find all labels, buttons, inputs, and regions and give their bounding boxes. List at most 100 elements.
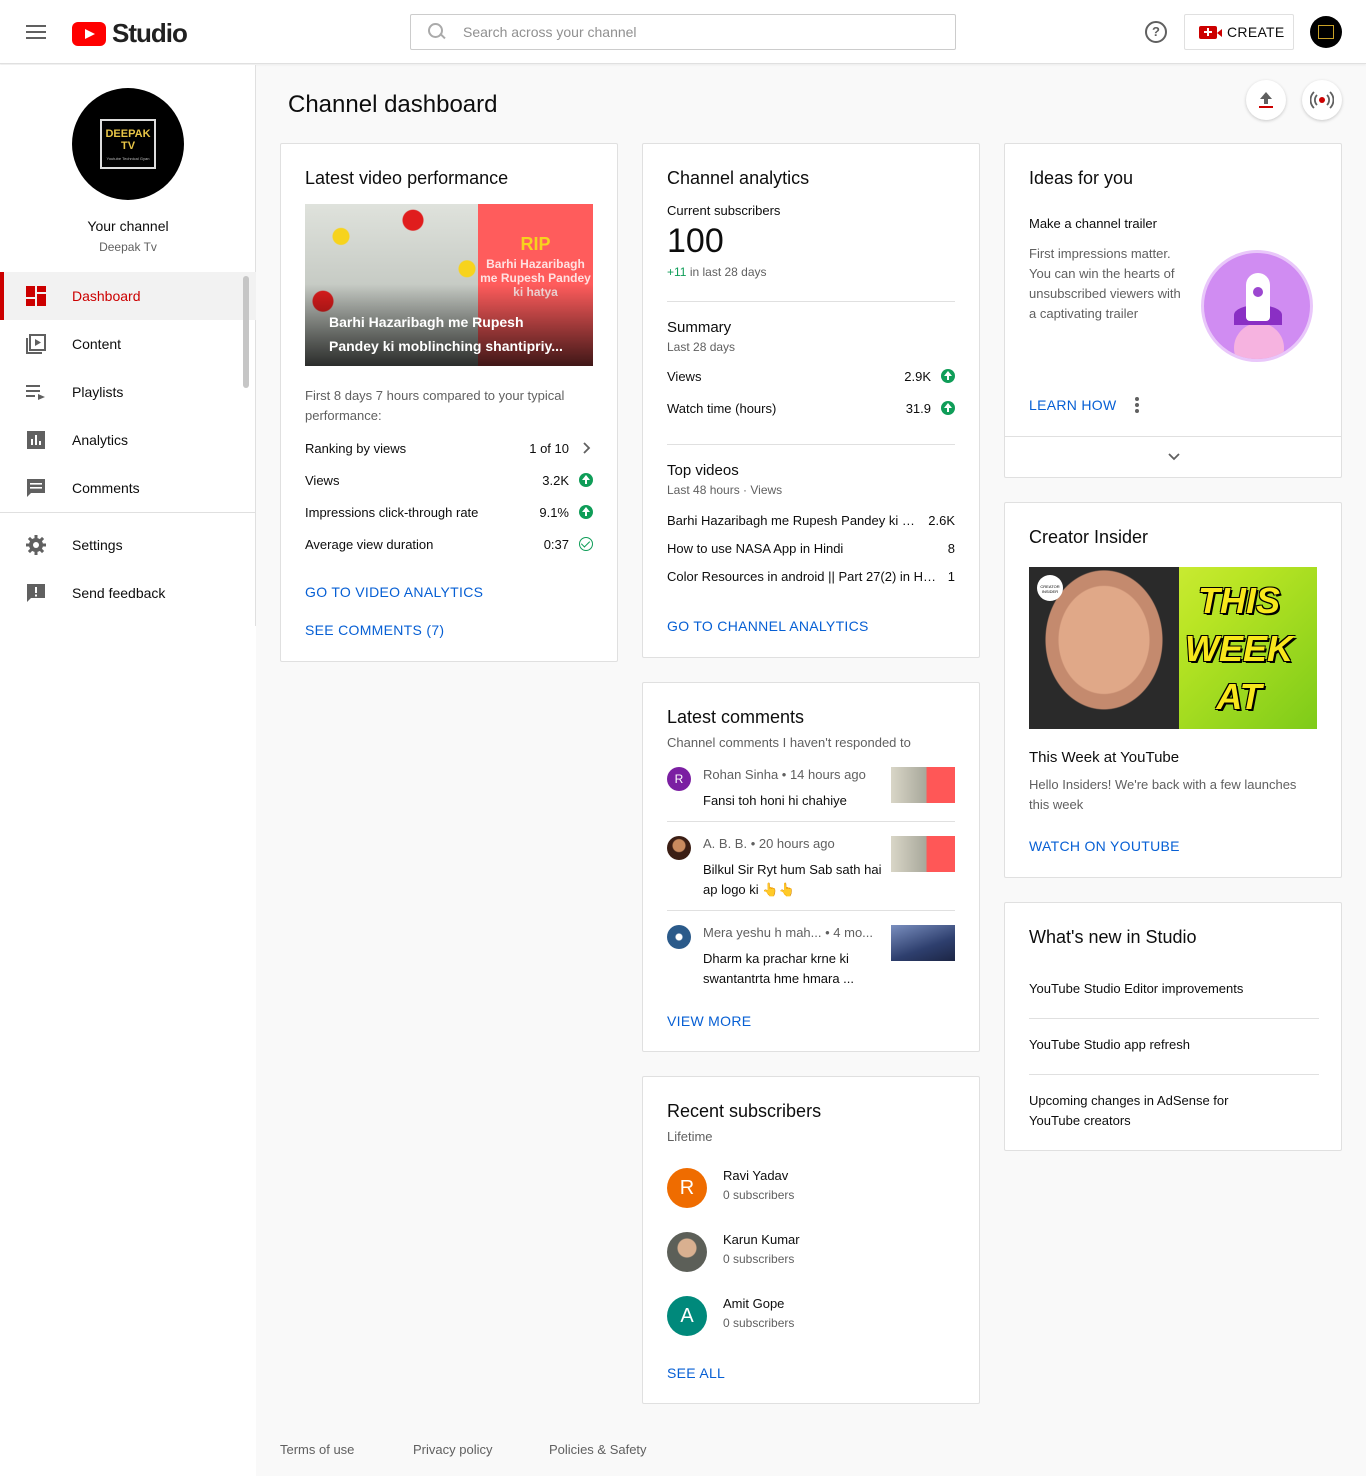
sidebar-item-dashboard[interactable]: Dashboard bbox=[0, 272, 256, 320]
thumbnail-text: THIS WEEK AT YOUTUBE bbox=[1159, 580, 1317, 729]
metric-value: 31.9 bbox=[905, 400, 931, 416]
comment-video-thumbnail[interactable] bbox=[891, 767, 955, 803]
metric-ranking[interactable]: Ranking by views 1 of 10 bbox=[305, 438, 593, 458]
sidebar-item-send-feedback[interactable]: Send feedback bbox=[0, 569, 256, 617]
metric-value: 0:37 bbox=[543, 536, 569, 552]
comment-author-line: A. B. B. • 20 hours ago bbox=[703, 836, 835, 851]
comment-video-thumbnail[interactable] bbox=[891, 925, 955, 961]
commenter-avatar bbox=[667, 836, 691, 860]
idea-heading: Make a channel trailer bbox=[1029, 216, 1157, 231]
help-icon[interactable]: ? bbox=[1145, 21, 1167, 43]
divider bbox=[1005, 436, 1341, 437]
account-logo-icon bbox=[1318, 25, 1334, 39]
sidebar-item-playlists[interactable]: Playlists bbox=[0, 368, 256, 416]
trend-up-icon bbox=[941, 369, 955, 383]
comment-author: Mera yeshu h mah... bbox=[703, 925, 822, 940]
sidebar-item-comments[interactable]: Comments bbox=[0, 464, 256, 512]
trend-up-icon bbox=[941, 401, 955, 415]
comment-text: Dharm ka prachar krne ki swantantrta hme… bbox=[703, 951, 855, 986]
upload-icon bbox=[1259, 92, 1273, 108]
subscriber-avatar: R bbox=[667, 1168, 707, 1208]
latest-video-thumbnail[interactable]: RIP Barhi Hazaribagh me Rupesh Pandey ki … bbox=[305, 204, 593, 366]
subscribers-change: +11 bbox=[667, 265, 687, 279]
sidebar-item-label: Send feedback bbox=[72, 585, 166, 601]
more-options-icon[interactable] bbox=[1135, 397, 1139, 413]
chevron-right-icon[interactable] bbox=[579, 441, 593, 455]
check-circle-icon bbox=[579, 537, 593, 551]
see-all-link[interactable]: SEE ALL bbox=[667, 1365, 725, 1381]
latest-video-title: Barhi Hazaribagh me Rupesh Pandey ki mob… bbox=[329, 310, 569, 358]
creator-insider-thumbnail[interactable]: CREATOR INSIDER THIS WEEK AT YOUTUBE bbox=[1029, 567, 1317, 729]
sidebar-scrollbar[interactable] bbox=[243, 276, 249, 388]
top-video-row[interactable]: How to use NASA App in Hindi 8 bbox=[667, 541, 955, 556]
comment-author-line: Mera yeshu h mah... • 4 mo... bbox=[703, 925, 874, 940]
top-video-row[interactable]: Barhi Hazaribagh me Rupesh Pandey ki mob… bbox=[667, 513, 955, 528]
whats-new-card: What's new in Studio YouTube Studio Edit… bbox=[1004, 902, 1342, 1151]
policies-link[interactable]: Policies & Safety bbox=[549, 1442, 647, 1457]
chevron-down-icon[interactable] bbox=[1166, 449, 1182, 465]
metric-value: 3.2K bbox=[542, 472, 569, 488]
watch-on-youtube-link[interactable]: WATCH ON YOUTUBE bbox=[1029, 838, 1180, 854]
latest-video-card: Latest video performance RIP Barhi Hazari… bbox=[280, 143, 618, 662]
divider bbox=[667, 444, 955, 445]
create-button[interactable]: CREATE bbox=[1184, 14, 1294, 50]
search-box[interactable] bbox=[410, 14, 956, 50]
top-bar: Studio ? CREATE bbox=[0, 0, 1366, 64]
whats-new-item[interactable]: YouTube Studio app refresh bbox=[1029, 1035, 1319, 1055]
channel-logo: DEEPAK TV Youtube Technical Gyan bbox=[100, 119, 156, 169]
subscriber-count: 0 subscribers bbox=[723, 1188, 795, 1202]
creator-insider-card: Creator Insider CREATOR INSIDER THIS WEE… bbox=[1004, 502, 1342, 878]
sidebar-item-analytics[interactable]: Analytics bbox=[0, 416, 256, 464]
sidebar-item-label: Comments bbox=[72, 480, 140, 496]
sidebar-item-label: Analytics bbox=[72, 432, 129, 448]
upload-button[interactable] bbox=[1246, 80, 1286, 120]
learn-how-link[interactable]: LEARN HOW bbox=[1029, 397, 1117, 413]
channel-avatar[interactable]: DEEPAK TV Youtube Technical Gyan bbox=[72, 88, 184, 200]
creator-video-title[interactable]: This Week at YouTube bbox=[1029, 749, 1179, 766]
subscribers-subtitle: Lifetime bbox=[667, 1129, 713, 1144]
youtube-studio-logo[interactable]: Studio bbox=[72, 18, 188, 49]
dashboard-icon bbox=[26, 286, 46, 306]
creator-insider-badge: CREATOR INSIDER bbox=[1037, 575, 1063, 601]
see-comments-link[interactable]: SEE COMMENTS (7) bbox=[305, 622, 444, 638]
view-more-link[interactable]: VIEW MORE bbox=[667, 1013, 751, 1029]
subscriber-item[interactable]: Karun Kumar 0 subscribers bbox=[667, 1232, 955, 1272]
top-videos-title: Top videos bbox=[667, 462, 739, 479]
latest-video-title-line1: Barhi Hazaribagh me Rupesh bbox=[329, 314, 524, 330]
top-video-views: 8 bbox=[947, 541, 955, 556]
menu-icon[interactable] bbox=[24, 20, 48, 44]
subscriber-name: Karun Kumar bbox=[723, 1232, 800, 1247]
page-title: Channel dashboard bbox=[288, 91, 498, 118]
go-live-button[interactable] bbox=[1302, 80, 1342, 120]
comment-time: 14 hours ago bbox=[789, 767, 866, 782]
go-to-video-analytics-link[interactable]: GO TO VIDEO ANALYTICS bbox=[305, 584, 483, 600]
card-title: Latest video performance bbox=[305, 168, 509, 188]
metric-label: Watch time (hours) bbox=[667, 400, 777, 416]
metric-value: 1 of 10 bbox=[529, 440, 569, 456]
sidebar-item-content[interactable]: Content bbox=[0, 320, 256, 368]
whats-new-item[interactable]: Upcoming changes in AdSense for YouTube … bbox=[1029, 1091, 1259, 1131]
privacy-link[interactable]: Privacy policy bbox=[413, 1442, 492, 1457]
go-to-channel-analytics-link[interactable]: GO TO CHANNEL ANALYTICS bbox=[667, 618, 869, 634]
sidebar-divider bbox=[0, 512, 256, 513]
recent-subscribers-card: Recent subscribers Lifetime R Ravi Yadav… bbox=[642, 1076, 980, 1404]
comment-time: 4 mo... bbox=[833, 925, 874, 940]
whats-new-item[interactable]: YouTube Studio Editor improvements bbox=[1029, 979, 1319, 999]
divider bbox=[667, 301, 955, 302]
playlists-icon bbox=[26, 385, 45, 400]
subscriber-avatar: A bbox=[667, 1296, 707, 1336]
top-video-title: Barhi Hazaribagh me Rupesh Pandey ki mob… bbox=[667, 513, 928, 528]
top-videos-period: Last 48 hours · Views bbox=[667, 483, 783, 497]
card-title: Recent subscribers bbox=[667, 1101, 822, 1121]
trend-up-icon bbox=[579, 505, 593, 519]
subscribers-change-line: +11 in last 28 days bbox=[667, 265, 767, 279]
search-input[interactable] bbox=[463, 24, 955, 40]
top-video-row[interactable]: Color Resources in android || Part 27(2)… bbox=[667, 569, 955, 584]
comment-video-thumbnail[interactable] bbox=[891, 836, 955, 872]
terms-link[interactable]: Terms of use bbox=[280, 1442, 354, 1457]
subscriber-item[interactable]: R Ravi Yadav 0 subscribers bbox=[667, 1168, 955, 1208]
account-avatar[interactable] bbox=[1310, 16, 1342, 48]
sidebar-item-settings[interactable]: Settings bbox=[0, 521, 256, 569]
subscriber-item[interactable]: A Amit Gope 0 subscribers bbox=[667, 1296, 955, 1336]
card-title: Latest comments bbox=[667, 707, 805, 727]
